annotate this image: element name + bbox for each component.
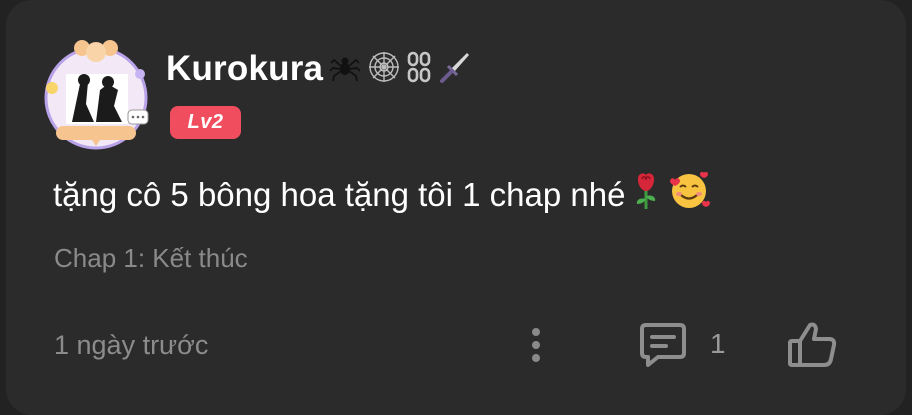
more-options-icon (532, 328, 540, 362)
chapter-reference[interactable]: Chap 1: Kết thúc (54, 243, 248, 274)
username[interactable]: Kurokura (166, 49, 323, 89)
avatar[interactable] (42, 34, 152, 150)
comment-text-row: tặng cô 5 bông hoa tặng tôi 1 chap nhé (53, 170, 711, 220)
comment-card: Kurokura Lv2 tặng cô 5 bông hoa tặng tôi… (6, 0, 906, 415)
reply-button[interactable]: 1 (638, 316, 726, 372)
like-button[interactable] (782, 316, 842, 372)
more-options-button[interactable] (521, 320, 551, 370)
chain-icon (407, 50, 431, 89)
username-decorations (329, 50, 471, 89)
reply-icon (640, 323, 686, 367)
comment-text: tặng cô 5 bông hoa tặng tôi 1 chap nhé (53, 176, 626, 213)
username-row: Kurokura (166, 44, 471, 94)
reply-count: 1 (710, 328, 726, 359)
level-badge: Lv2 (170, 106, 241, 139)
smiling-face-with-hearts-icon (667, 169, 711, 221)
spider-icon (329, 51, 361, 88)
dagger-icon (437, 50, 471, 89)
rose-icon (629, 171, 663, 219)
web-icon (367, 50, 401, 89)
like-icon (788, 322, 837, 367)
timestamp: 1 ngày trước (54, 330, 209, 360)
